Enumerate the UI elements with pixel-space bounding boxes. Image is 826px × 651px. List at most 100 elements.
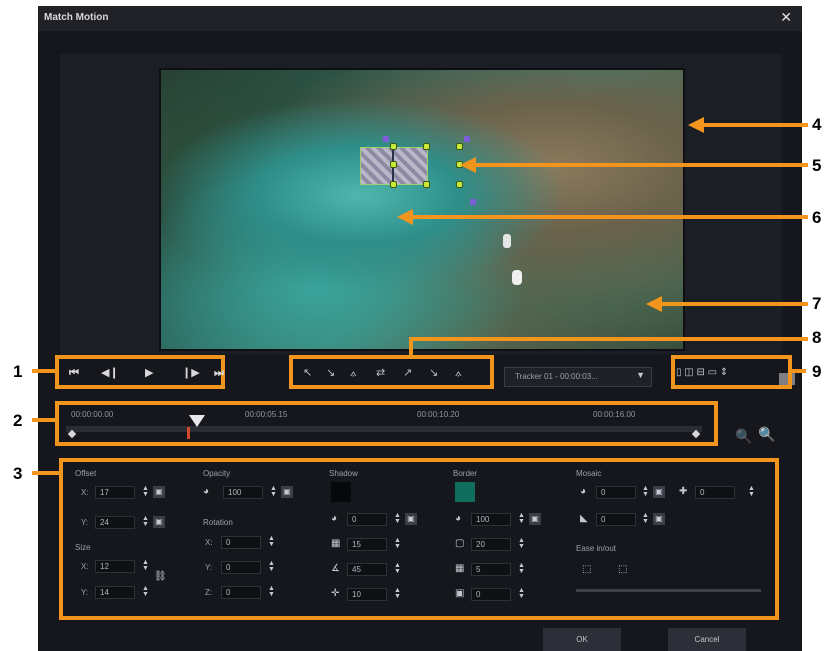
size-y-field[interactable]: 14 [95, 586, 135, 599]
previous-frame-button[interactable]: ◀❙ [101, 365, 119, 381]
link-icon[interactable]: ⛓ [154, 571, 167, 582]
border-corner-field[interactable]: 0 [471, 588, 511, 601]
mosaic-blur-stepper[interactable]: ▲ ▼ [641, 512, 650, 526]
border-blur-stepper[interactable]: ▲ ▼ [517, 562, 526, 576]
border-opacity-field[interactable]: 100 [471, 513, 511, 526]
shadow-blur-stepper[interactable]: ▲ ▼ [393, 537, 402, 551]
shadow-label: Shadow [329, 469, 358, 478]
resize-handle[interactable] [390, 143, 397, 150]
next-frame-button[interactable]: ❙▶ [182, 365, 200, 381]
mosaic-blur-field[interactable]: 0 [596, 513, 636, 526]
callout-number: 1 [13, 362, 23, 381]
track-area-icon[interactable]: ⟑ [455, 366, 462, 380]
shadow-distance-stepper[interactable]: ▲ ▼ [393, 587, 402, 601]
tracker-select-value: Tracker 01 - 00:00:03... [515, 372, 598, 381]
ease-in-icon[interactable]: ⬚ [582, 564, 591, 575]
shadow-distance-icon: ✛ [331, 588, 340, 599]
select-tool-icon[interactable]: ↖ [303, 366, 312, 380]
corner-handle[interactable] [470, 199, 476, 205]
track-point-icon[interactable]: ⟑ [350, 366, 357, 380]
size-x-label: X: [81, 562, 89, 571]
rotation-x-stepper[interactable]: ▲ ▼ [267, 535, 276, 549]
shadow-opacity-icon: ◕ [331, 513, 338, 524]
playhead[interactable] [189, 415, 205, 427]
ok-button[interactable]: OK [543, 628, 621, 651]
timeline-tick: 00:00:10.20 [417, 410, 460, 419]
timeline[interactable]: 00:00:00.00 00:00:05.15 00:00:10.20 00:0… [55, 403, 718, 446]
resize-handle[interactable] [423, 143, 430, 150]
shadow-angle-stepper[interactable]: ▲ ▼ [393, 562, 402, 576]
go-to-start-button[interactable]: ⏮ [69, 365, 79, 381]
size-y-stepper[interactable]: ▲ ▼ [141, 585, 150, 599]
border-label: Border [453, 469, 478, 478]
opacity-stepper[interactable]: ▲ ▼ [269, 485, 278, 499]
keyframe-button[interactable]: ▣ [153, 516, 165, 528]
keyframe-button[interactable]: ▣ [405, 513, 417, 525]
offset-x-stepper[interactable]: ▲ ▼ [141, 485, 150, 499]
track-forward-icon[interactable]: ↘ [326, 366, 335, 380]
layout-buttons[interactable]: ▯ ◫ ⊟ ▭ ⇕ [676, 367, 784, 383]
zoom-out-icon[interactable]: 🔍 [735, 428, 752, 445]
close-icon[interactable]: ✕ [780, 9, 792, 26]
track-next-icon[interactable]: ↘ [429, 366, 438, 380]
shadow-opacity-stepper[interactable]: ▲ ▼ [393, 512, 402, 526]
go-to-end-button[interactable]: ⏭ [214, 365, 224, 381]
resize-handle[interactable] [423, 181, 430, 188]
keyframe-button[interactable]: ▣ [653, 486, 665, 498]
rotation-z-field[interactable]: 0 [221, 586, 261, 599]
shadow-distance-field[interactable]: 10 [347, 588, 387, 601]
shadow-blur-field[interactable]: 15 [347, 538, 387, 551]
offset-y-field[interactable]: 24 [95, 516, 135, 529]
mosaic-opacity-field[interactable]: 0 [596, 486, 636, 499]
opacity-field[interactable]: 100 [223, 486, 263, 499]
keyframe-button[interactable]: ▣ [281, 486, 293, 498]
offset-y-stepper[interactable]: ▲ ▼ [141, 515, 150, 529]
resize-handle[interactable] [456, 143, 463, 150]
size-x-stepper[interactable]: ▲ ▼ [141, 559, 150, 573]
rotation-x-field[interactable]: 0 [221, 536, 261, 549]
border-opacity-stepper[interactable]: ▲ ▼ [517, 512, 526, 526]
video-preview[interactable] [159, 68, 795, 385]
mosaic-size-stepper[interactable]: ▲ ▼ [747, 485, 756, 499]
cancel-button[interactable]: Cancel [668, 628, 746, 651]
shadow-opacity-field[interactable]: 0 [347, 513, 387, 526]
keyframe-button[interactable]: ▣ [529, 513, 541, 525]
ease-out-icon[interactable]: ⬚ [618, 564, 627, 575]
border-blur-field[interactable]: 5 [471, 563, 511, 576]
resize-handle[interactable] [456, 181, 463, 188]
border-width-field[interactable]: 20 [471, 538, 511, 551]
resize-handle[interactable] [390, 181, 397, 188]
timeline-track[interactable] [66, 426, 702, 432]
track-back-icon[interactable]: ↗ [403, 366, 412, 380]
keyframe-button[interactable]: ▣ [653, 513, 665, 525]
shadow-angle-field[interactable]: 45 [347, 563, 387, 576]
rotation-label: Rotation [203, 518, 233, 527]
corner-handle[interactable] [383, 136, 389, 142]
border-width-icon: ▢ [455, 538, 465, 549]
rotation-y-field[interactable]: 0 [221, 561, 261, 574]
border-color-swatch[interactable] [455, 482, 475, 502]
arrow-7-line [662, 302, 808, 306]
border-corner-stepper[interactable]: ▲ ▼ [517, 587, 526, 601]
corner-handle[interactable] [464, 136, 470, 142]
mosaic-label: Mosaic [576, 469, 602, 478]
mosaic-size-field[interactable]: 0 [695, 486, 735, 499]
swap-icon[interactable]: ⇄ [376, 366, 385, 380]
mosaic-opacity-stepper[interactable]: ▲ ▼ [641, 485, 650, 499]
border-width-stepper[interactable]: ▲ ▼ [517, 537, 526, 551]
offset-x-field[interactable]: 17 [95, 486, 135, 499]
rotation-y-stepper[interactable]: ▲ ▼ [267, 560, 276, 574]
resize-handle[interactable] [390, 161, 397, 168]
ease-slider[interactable] [576, 589, 761, 592]
playhead-line [187, 427, 190, 439]
size-x-field[interactable]: 12 [95, 560, 135, 573]
shadow-color-swatch[interactable] [331, 482, 351, 502]
offset-y-label: Y: [81, 518, 89, 527]
arrow-6-line [413, 215, 808, 219]
zoom-in-icon[interactable]: 🔍 [758, 426, 775, 443]
rotation-z-stepper[interactable]: ▲ ▼ [267, 585, 276, 599]
play-button[interactable]: ▶ [145, 365, 153, 381]
boat-image [503, 234, 511, 248]
keyframe-button[interactable]: ▣ [153, 486, 165, 498]
tracker-select[interactable]: Tracker 01 - 00:00:03... ▼ [504, 367, 652, 387]
